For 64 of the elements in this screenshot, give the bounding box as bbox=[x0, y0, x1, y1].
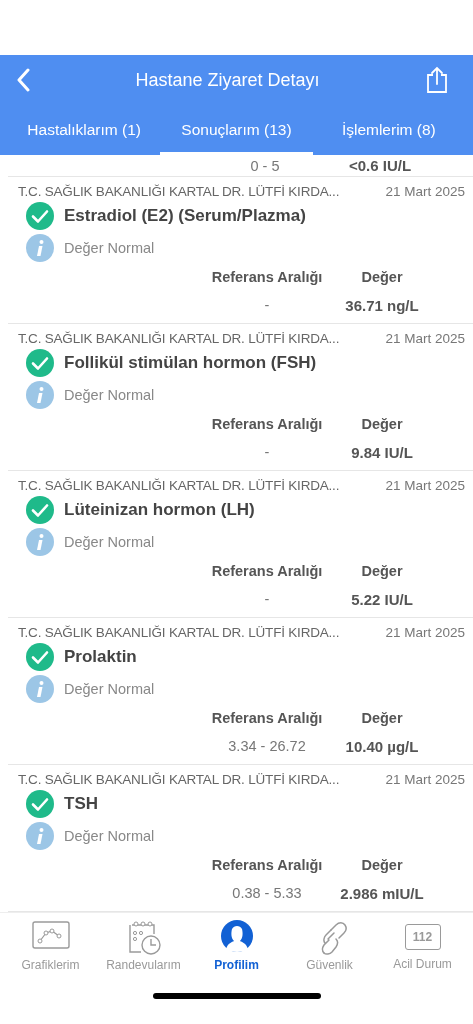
column-header: Değer bbox=[360, 416, 404, 432]
column-header: Değer bbox=[360, 857, 404, 873]
column-header: Referans Aralığı bbox=[210, 857, 324, 873]
status-text: Değer Normal bbox=[64, 534, 155, 550]
nav-tab[interactable]: Grafiklerim bbox=[4, 919, 97, 984]
reference-range: 3.34 - 26.72 bbox=[227, 738, 307, 754]
hospital-name: T.C. SAĞLIK BAKANLIĞI KARTAL DR. LÜTFİ KIRDA... bbox=[18, 771, 340, 787]
tab[interactable]: Sonuçlarım (13) bbox=[160, 105, 313, 155]
column-header: Referans Aralığı bbox=[210, 269, 324, 285]
result-date: 21 Mart 2025 bbox=[385, 771, 465, 787]
nav-tab[interactable]: Profilim bbox=[190, 919, 283, 984]
column-header: Değer bbox=[360, 710, 404, 726]
tab[interactable]: Hastalıklarım (1) bbox=[8, 105, 161, 155]
result-value: 9.84 IU/L bbox=[350, 443, 414, 461]
result-date: 21 Mart 2025 bbox=[385, 330, 465, 346]
result-date: 21 Mart 2025 bbox=[385, 477, 465, 493]
test-name: Follikül stimülan hormon (FSH) bbox=[64, 353, 317, 373]
back-icon[interactable] bbox=[16, 68, 30, 92]
result-value: 2.986 mIU/L bbox=[339, 884, 425, 902]
nav-tab[interactable]: 112 Acil Durum bbox=[376, 919, 469, 984]
hospital-name: T.C. SAĞLIK BAKANLIĞI KARTAL DR. LÜTFİ KIRDA... bbox=[18, 477, 340, 493]
status-text: Değer Normal bbox=[64, 387, 155, 403]
tab[interactable]: İşlemlerim (8) bbox=[312, 105, 465, 155]
result-date: 21 Mart 2025 bbox=[385, 183, 465, 199]
column-header: Değer bbox=[360, 563, 404, 579]
result-value: 36.71 ng/L bbox=[344, 296, 420, 314]
reference-range: 0.38 - 5.33 bbox=[231, 885, 303, 901]
checkmark-icon bbox=[26, 349, 54, 377]
status-text: Değer Normal bbox=[64, 240, 155, 256]
checkmark-icon bbox=[26, 643, 54, 671]
test-name: Lüteinizan hormon (LH) bbox=[64, 500, 255, 520]
result-date: 21 Mart 2025 bbox=[385, 624, 465, 640]
result-value: 5.22 IU/L bbox=[350, 590, 414, 608]
checkmark-icon bbox=[26, 202, 54, 230]
result-value: 10.40 µg/L bbox=[344, 737, 420, 755]
test-name: TSH bbox=[64, 794, 98, 814]
info-icon bbox=[26, 381, 54, 409]
column-header: Referans Aralığı bbox=[210, 710, 324, 726]
checkmark-icon bbox=[26, 790, 54, 818]
test-name: Estradiol (E2) (Serum/Plazma) bbox=[64, 206, 306, 226]
screen-title: Hastane Ziyaret Detayı bbox=[134, 69, 321, 91]
emergency-number-icon: 112 bbox=[404, 924, 441, 950]
column-header: Değer bbox=[360, 269, 404, 285]
info-icon bbox=[26, 528, 54, 556]
column-header: Referans Aralığı bbox=[210, 416, 324, 432]
info-icon bbox=[26, 822, 54, 850]
reference-range: - bbox=[263, 444, 271, 460]
nav-tab[interactable]: Güvenlik bbox=[283, 919, 376, 984]
reference-range: - bbox=[263, 297, 271, 313]
test-name: Prolaktin bbox=[64, 647, 137, 667]
nav-tab[interactable]: Randevularım bbox=[97, 919, 190, 984]
status-text: Değer Normal bbox=[64, 828, 155, 844]
reference-range: - bbox=[263, 591, 271, 607]
info-icon bbox=[26, 675, 54, 703]
hospital-name: T.C. SAĞLIK BAKANLIĞI KARTAL DR. LÜTFİ KIRDA... bbox=[18, 624, 340, 640]
status-text: Değer Normal bbox=[64, 681, 155, 697]
share-icon[interactable] bbox=[425, 66, 449, 94]
reference-range: 0 - 5 bbox=[249, 157, 281, 174]
info-icon bbox=[26, 234, 54, 262]
hospital-name: T.C. SAĞLIK BAKANLIĞI KARTAL DR. LÜTFİ KIRDA... bbox=[18, 330, 340, 346]
hospital-name: T.C. SAĞLIK BAKANLIĞI KARTAL DR. LÜTFİ KIRDA... bbox=[18, 183, 340, 199]
result-value: <0.6 IU/L bbox=[347, 157, 413, 174]
column-header: Referans Aralığı bbox=[210, 563, 324, 579]
checkmark-icon bbox=[26, 496, 54, 524]
